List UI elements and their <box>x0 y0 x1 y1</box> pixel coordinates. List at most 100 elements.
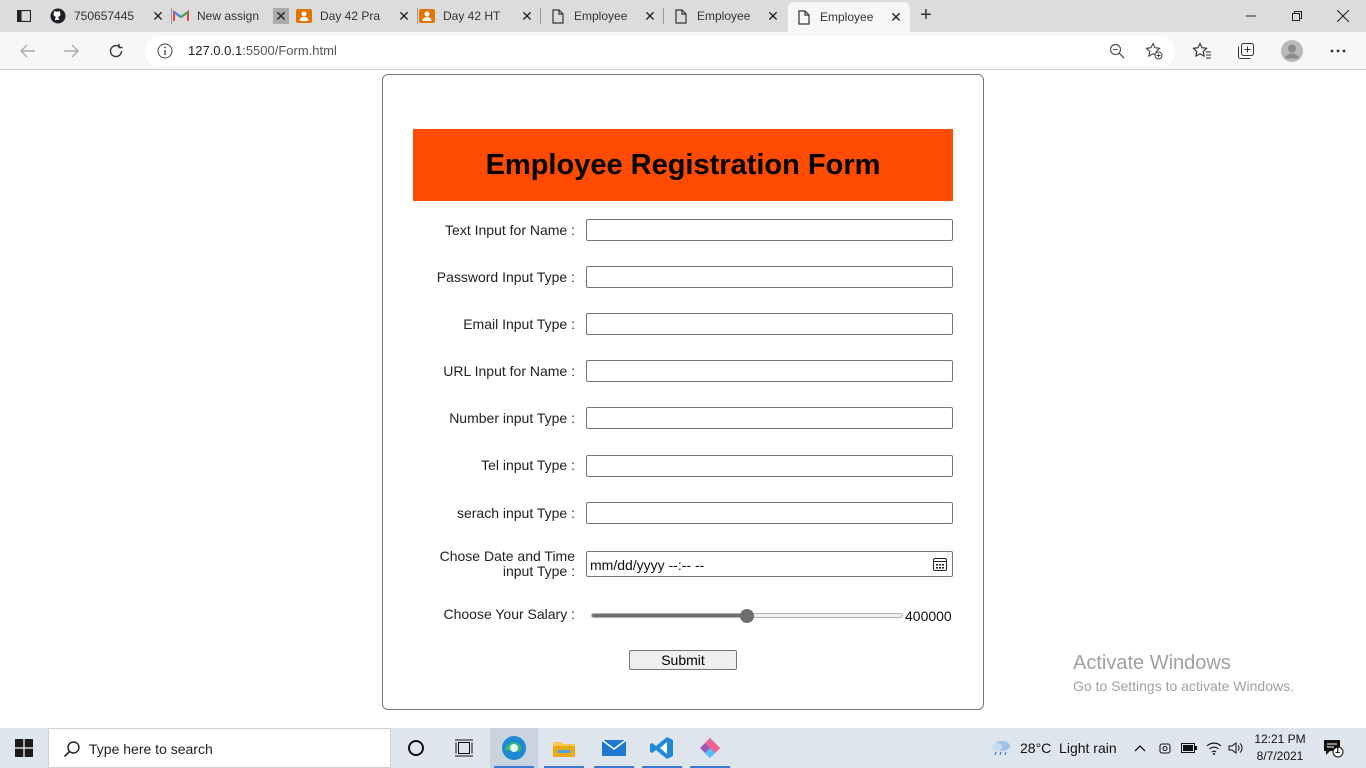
watermark-title: Activate Windows <box>1073 652 1231 674</box>
add-favorite-icon[interactable] <box>1145 42 1163 65</box>
browser-tab[interactable]: Employee ✕ <box>665 2 787 30</box>
close-icon[interactable]: ✕ <box>150 8 166 24</box>
name-label: Text Input for Name : <box>445 222 575 238</box>
address-bar[interactable]: 127.0.0.1:5500/Form.html <box>145 36 1175 66</box>
datetime-label-line1: Chose Date and Time <box>439 548 575 564</box>
browser-tab[interactable]: Day 42 Pra ✕ <box>296 2 418 30</box>
number-input[interactable] <box>586 407 953 429</box>
taskbar-search-placeholder: Type here to search <box>89 741 213 757</box>
tab-title: Employee <box>820 10 874 24</box>
github-icon <box>50 8 66 24</box>
page-viewport: Employee Registration Form Text Input fo… <box>0 71 1366 728</box>
file-explorer-icon[interactable] <box>540 728 588 768</box>
notification-center-icon[interactable]: 1 <box>1322 728 1344 768</box>
form-header-banner: Employee Registration Form <box>413 129 953 201</box>
tel-label: Tel input Type : <box>481 457 575 473</box>
form-title: Employee Registration Form <box>485 148 881 181</box>
number-label: Number input Type : <box>449 410 575 426</box>
contact-card-icon <box>419 8 435 24</box>
contact-card-icon <box>296 8 312 24</box>
url-input[interactable] <box>586 360 953 382</box>
weather-widget[interactable]: 28°C Light rain <box>990 728 1117 768</box>
zoom-out-icon[interactable] <box>1109 43 1125 64</box>
tel-input[interactable] <box>586 455 953 477</box>
close-icon[interactable]: ✕ <box>888 9 904 25</box>
close-icon[interactable]: ✕ <box>396 8 412 24</box>
battery-icon[interactable] <box>1181 728 1197 768</box>
volume-icon[interactable] <box>1228 728 1244 768</box>
back-icon[interactable] <box>15 38 41 64</box>
page-icon <box>673 8 689 24</box>
windows-start-icon[interactable] <box>0 728 48 768</box>
page-icon <box>550 8 566 24</box>
browser-tab[interactable]: Day 42 HT ✕ <box>419 2 541 30</box>
vscode-icon[interactable] <box>638 728 686 768</box>
tab-actions-icon[interactable] <box>8 6 40 26</box>
watermark-subtitle: Go to Settings to activate Windows. <box>1073 678 1294 694</box>
cortana-icon[interactable] <box>392 728 440 768</box>
forward-icon[interactable] <box>58 38 84 64</box>
task-view-icon[interactable] <box>440 728 488 768</box>
profile-avatar-icon[interactable] <box>1279 38 1305 64</box>
activate-windows-watermark: Activate Windows Go to Settings to activ… <box>1073 652 1294 694</box>
new-tab-icon[interactable]: + <box>916 5 936 26</box>
salary-slider-thumb[interactable] <box>740 609 754 623</box>
weather-text: 28°C Light rain <box>1020 740 1117 756</box>
gmail-icon <box>173 8 189 24</box>
more-menu-icon[interactable] <box>1325 38 1351 64</box>
info-icon[interactable] <box>157 43 173 59</box>
collections-icon[interactable] <box>1233 38 1259 64</box>
browser-tab[interactable]: 750657445 ✕ <box>50 2 172 30</box>
close-icon[interactable]: ✕ <box>519 8 535 24</box>
close-icon[interactable]: ✕ <box>273 8 289 24</box>
datetime-label-line2: input Type : <box>502 563 575 579</box>
browser-tab-active[interactable]: Employee ✕ <box>788 2 910 32</box>
email-input[interactable] <box>586 313 953 335</box>
edge-browser-icon[interactable] <box>490 728 538 768</box>
password-input[interactable] <box>586 266 953 288</box>
restore-icon[interactable] <box>1274 0 1320 32</box>
datetime-label: Chose Date and Time input Type : <box>413 549 575 579</box>
url-text: 127.0.0.1:5500/Form.html <box>188 43 337 58</box>
clock-date: 8/7/2021 <box>1256 749 1304 763</box>
salary-value: 400000 <box>905 608 952 624</box>
tab-title: Day 42 Pra <box>320 9 381 23</box>
tab-title: Employee <box>574 9 628 23</box>
password-label: Password Input Type : <box>436 269 575 285</box>
clock-time: 12:21 PM <box>1254 732 1306 746</box>
tab-title: New assign <box>197 9 260 23</box>
refresh-icon[interactable] <box>103 38 129 64</box>
close-icon[interactable]: ✕ <box>765 8 781 24</box>
name-input[interactable] <box>586 219 953 241</box>
url-label: URL Input for Name : <box>443 363 575 379</box>
browser-toolbar: 127.0.0.1:5500/Form.html <box>0 32 1366 70</box>
taskbar-search-box[interactable]: Type here to search <box>48 728 391 768</box>
tab-title: Day 42 HT <box>443 9 501 23</box>
tab-title: 750657445 <box>74 9 135 23</box>
registration-form: Employee Registration Form Text Input fo… <box>382 74 984 710</box>
search-field[interactable] <box>586 502 953 524</box>
calendar-icon[interactable] <box>933 557 947 571</box>
system-clock[interactable]: 12:21 PM 8/7/2021 <box>1250 731 1310 765</box>
submit-button[interactable]: Submit <box>629 650 737 670</box>
salary-slider[interactable] <box>591 609 903 623</box>
windows-taskbar: Type here to search 28°C Light rain 12:2… <box>0 728 1366 768</box>
salary-label: Choose Your Salary : <box>443 606 575 622</box>
close-icon[interactable]: ✕ <box>642 8 658 24</box>
minimize-icon[interactable] <box>1228 0 1274 32</box>
datetime-input[interactable]: mm/dd/yyyy --:-- -- <box>586 551 953 577</box>
show-hidden-icons-chevron-icon[interactable] <box>1134 728 1146 768</box>
page-icon <box>796 9 812 25</box>
search-label: serach input Type : <box>456 505 575 521</box>
mail-icon[interactable] <box>590 728 638 768</box>
search-icon <box>63 740 81 758</box>
browser-tab[interactable]: Employee ✕ <box>542 2 664 30</box>
datetime-placeholder: mm/dd/yyyy --:-- -- <box>590 557 705 573</box>
browser-tab[interactable]: New assign ✕ <box>173 2 295 30</box>
favorites-icon[interactable] <box>1189 38 1215 64</box>
git-client-icon[interactable] <box>686 728 734 768</box>
weather-rain-icon <box>990 739 1012 758</box>
close-window-icon[interactable] <box>1320 0 1366 32</box>
wifi-icon[interactable] <box>1206 728 1222 768</box>
meet-now-icon[interactable] <box>1158 728 1172 768</box>
